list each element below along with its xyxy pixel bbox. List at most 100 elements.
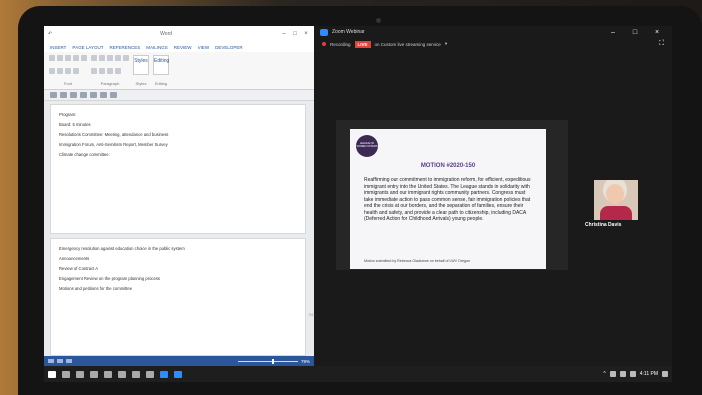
shared-slide: LEAGUE OF WOMEN VOTERS MOTION #2020-150 … (350, 129, 546, 269)
clock[interactable]: 4:11 PM (640, 371, 658, 377)
align-right-icon[interactable] (107, 68, 113, 74)
maximize-button[interactable]: □ (291, 30, 299, 38)
superscript-icon[interactable] (73, 68, 79, 74)
document-line: Resolutions Committee: Meeting, attendan… (59, 132, 169, 137)
editing-group-label: Editing (154, 81, 168, 86)
italic-icon[interactable] (57, 55, 63, 61)
volume-icon[interactable] (619, 371, 626, 377)
comment-icon[interactable] (100, 92, 107, 98)
document-line: Announcements (59, 256, 90, 261)
document-line: Engagement Review on the program plannin… (59, 276, 161, 281)
font-size-icon[interactable] (73, 55, 79, 61)
grow-font-icon[interactable] (81, 55, 87, 61)
chevron-down-icon[interactable]: ▾ (445, 41, 447, 47)
stream-label[interactable]: on Custom live streaming service (375, 42, 441, 47)
close-button[interactable]: × (302, 30, 310, 38)
slide-footer: Motion submitted by Rebecca Gladstone on… (364, 259, 471, 263)
undo-icon[interactable]: ↶ (48, 31, 52, 37)
editing-button[interactable]: Editing (153, 55, 169, 75)
subscript-icon[interactable] (65, 68, 71, 74)
minimize-button[interactable]: – (280, 30, 288, 38)
file-explorer-icon[interactable] (90, 370, 98, 378)
tab-developer[interactable]: DEVELOPER (215, 45, 243, 50)
document-page-1[interactable]: Program: Board: 5 minutes Resolutions Co… (50, 104, 306, 234)
sort-icon[interactable] (115, 55, 121, 61)
font-group: Font (49, 55, 87, 86)
live-badge[interactable]: LIVE (354, 40, 371, 48)
document-line: Immigration Forum, Anti-Semitism Report,… (59, 142, 168, 147)
pilcrow-icon[interactable] (123, 55, 129, 61)
word-count-icon (57, 359, 63, 363)
word-taskbar-icon[interactable] (160, 370, 168, 378)
settings-icon[interactable] (146, 370, 154, 378)
editing-label: Editing (154, 58, 170, 64)
justify-icon[interactable] (115, 68, 121, 74)
styles-label: Styles (134, 58, 148, 64)
windows-start-icon[interactable] (48, 370, 56, 378)
slide-title: MOTION #2020-150 (420, 163, 476, 169)
battery-icon[interactable] (629, 371, 636, 377)
browser-icon[interactable] (104, 370, 112, 378)
slide-body: Reaffirming our commitment to immigratio… (364, 177, 531, 222)
chevron-up-icon[interactable]: ^ (603, 371, 605, 377)
word-title-bar: ↶ Word – □ × (44, 26, 314, 42)
document-page-2[interactable]: Emergency resolution against education c… (50, 238, 306, 356)
tab-review[interactable]: REVIEW (174, 45, 192, 50)
league-logo: LEAGUE OF WOMEN VOTERS (356, 135, 378, 157)
maximize-button[interactable]: □ (626, 29, 644, 36)
recording-label: Recording (330, 41, 351, 47)
mail-icon[interactable] (118, 370, 126, 378)
participant-video[interactable] (594, 180, 638, 220)
save-icon[interactable] (50, 92, 57, 98)
zoom-window: Zoom Webinar – □ × Recording LIVE on Cus… (314, 26, 672, 366)
system-tray: ^ 4:11 PM (603, 371, 668, 377)
document-line: Climate change committee: (59, 152, 110, 157)
zoom-title-bar: Zoom Webinar – □ × (314, 26, 672, 38)
tab-page-layout[interactable]: PAGE LAYOUT (72, 45, 103, 50)
tab-references[interactable]: REFERENCES (110, 45, 141, 50)
fullscreen-icon[interactable]: ⛶ (659, 40, 664, 48)
document-line: Motions and petitions for the committee (59, 286, 133, 291)
align-left-icon[interactable] (91, 68, 97, 74)
print-icon[interactable] (60, 92, 67, 98)
tab-mailings[interactable]: MAILINGS (146, 45, 168, 50)
table-icon[interactable] (70, 92, 77, 98)
word-status-bar: 79% (44, 356, 314, 366)
font-group-label: Font (63, 81, 72, 86)
search-icon[interactable] (62, 370, 70, 378)
search-icon[interactable] (110, 92, 117, 98)
font-color-icon[interactable] (57, 68, 63, 74)
tab-insert[interactable]: INSERT (50, 45, 66, 50)
webcam (376, 18, 381, 23)
word-window: ↶ Word – □ × INSERT PAGE LAYOUT REFERENC… (44, 26, 314, 356)
taskbar: ^ 4:11 PM (44, 366, 672, 382)
laptop-screen: ↶ Word – □ × INSERT PAGE LAYOUT REFERENC… (44, 26, 672, 382)
minimize-button[interactable]: – (604, 29, 622, 36)
document-line: Board: 5 minutes (59, 122, 91, 127)
store-icon[interactable] (132, 370, 140, 378)
bold-icon[interactable] (49, 55, 55, 61)
resize-cursor-icon: ↔ (307, 308, 316, 318)
underline-icon[interactable] (65, 55, 71, 61)
zoom-slider[interactable] (237, 358, 298, 364)
align-center-icon[interactable] (99, 68, 105, 74)
ribbon: Font Paragraph Styles Styles Editing Edi… (44, 52, 314, 90)
zoom-taskbar-icon[interactable] (174, 370, 182, 378)
styles-button[interactable]: Styles (133, 55, 149, 75)
close-button[interactable]: × (648, 29, 666, 36)
bullets-icon[interactable] (91, 55, 97, 61)
task-view-icon[interactable] (76, 370, 84, 378)
numbering-icon[interactable] (99, 55, 105, 61)
indent-icon[interactable] (107, 55, 113, 61)
image-icon[interactable] (80, 92, 87, 98)
participant-face (606, 184, 624, 204)
notifications-icon[interactable] (662, 371, 668, 377)
webinar-status-bar: Recording LIVE on Custom live streaming … (314, 38, 672, 50)
participant-name: Christina Davis (585, 222, 622, 228)
link-icon[interactable] (90, 92, 97, 98)
highlight-icon[interactable] (49, 68, 55, 74)
zoom-slider-thumb[interactable] (271, 358, 274, 364)
proofing-icon[interactable] (66, 359, 72, 363)
network-icon[interactable] (609, 371, 616, 377)
tab-view[interactable]: VIEW (198, 45, 210, 50)
